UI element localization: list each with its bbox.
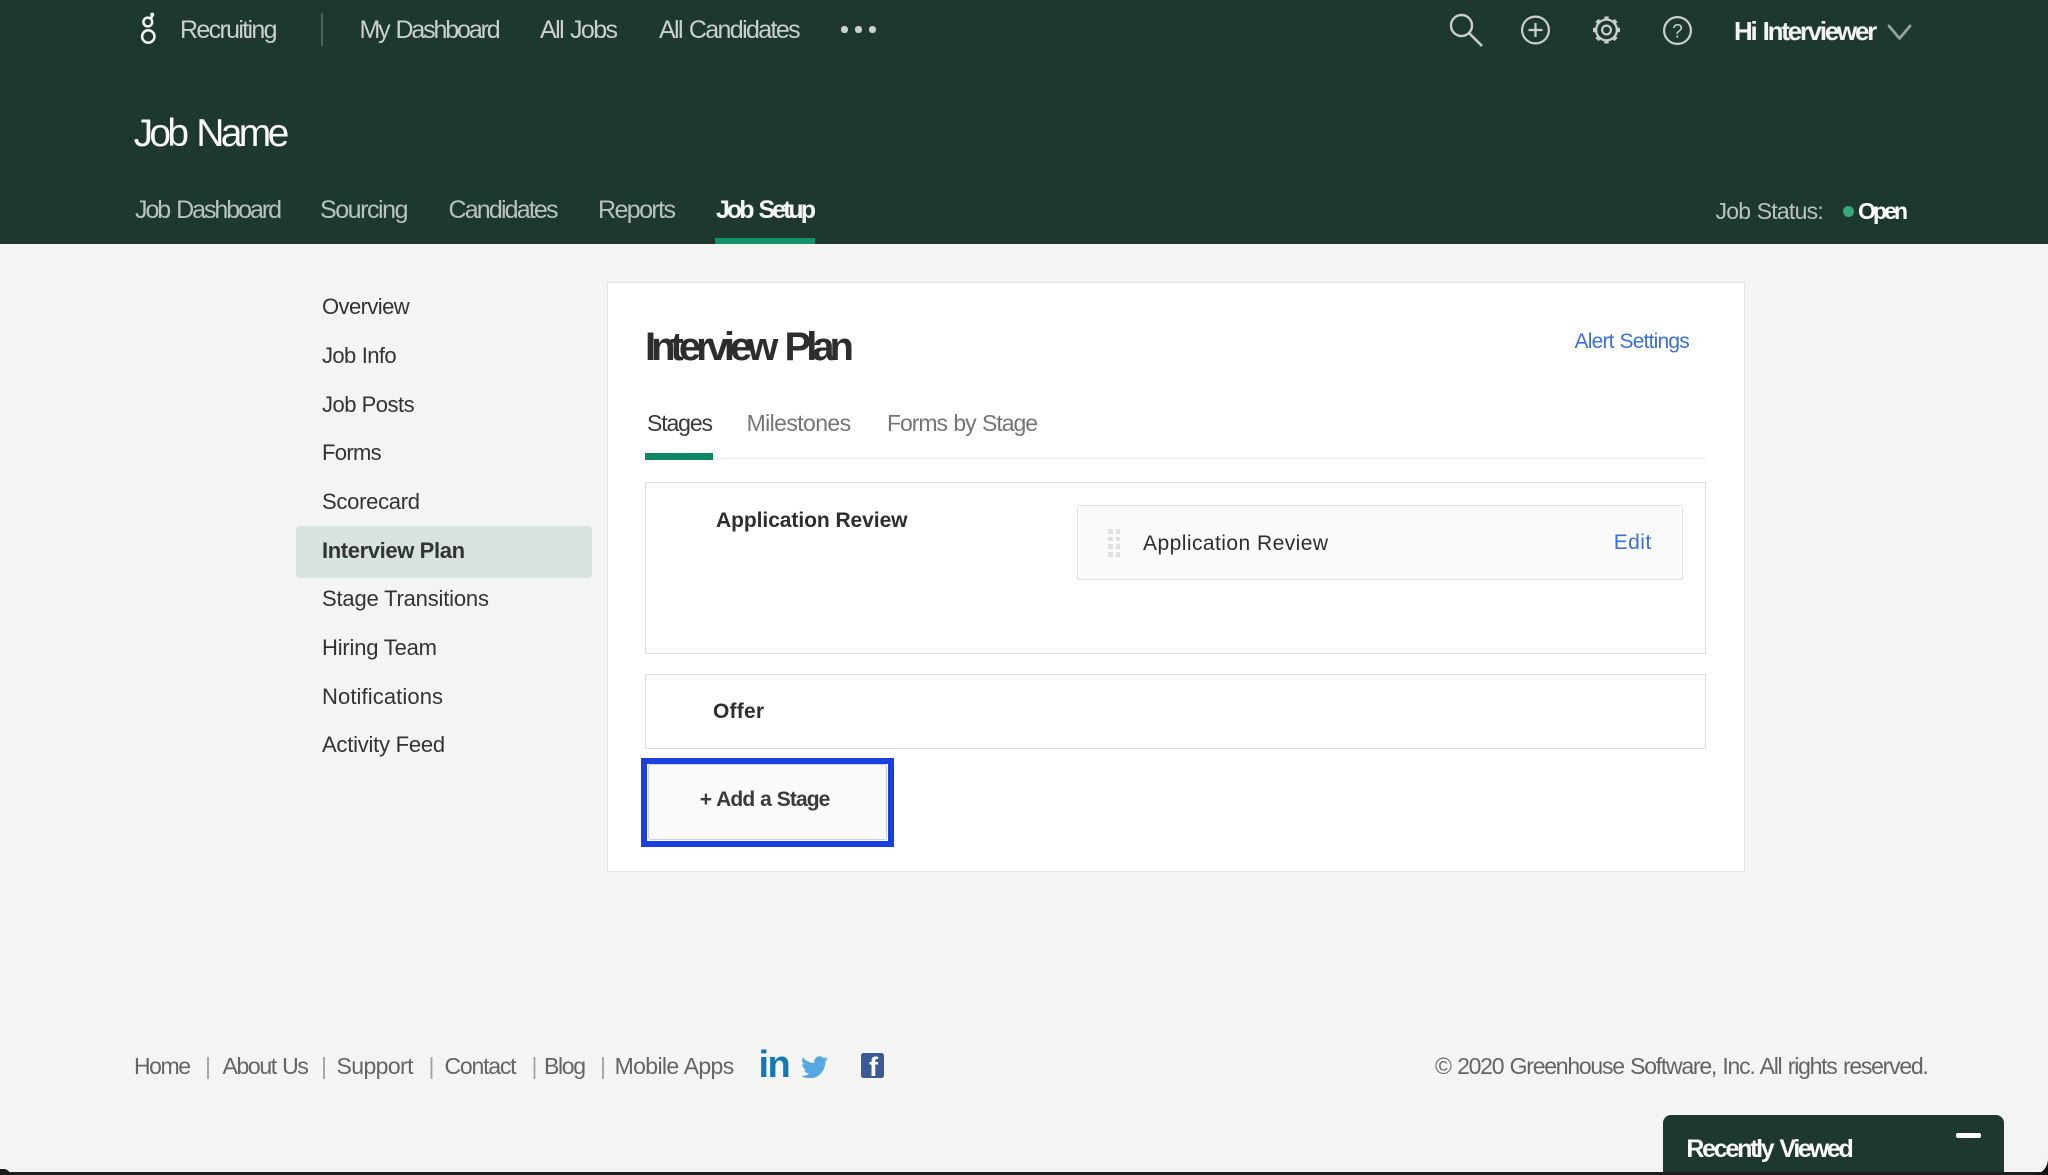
svg-text:?: ?: [1672, 22, 1683, 43]
